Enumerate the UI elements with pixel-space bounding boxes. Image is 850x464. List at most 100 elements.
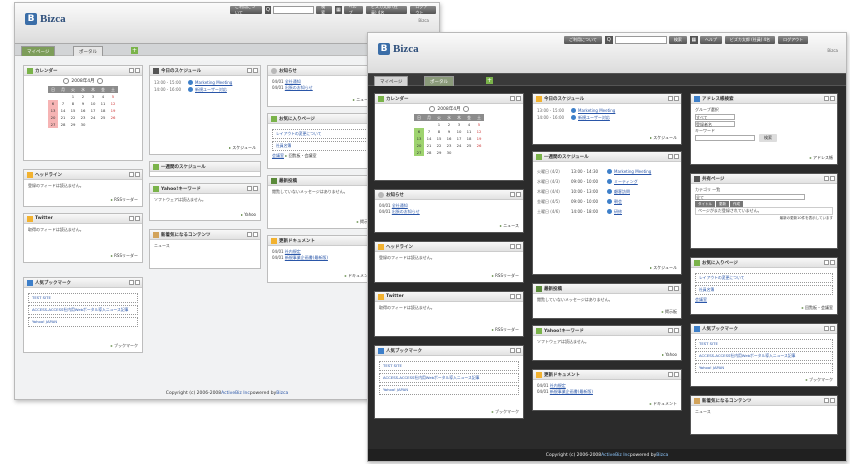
account-button[interactable]: ご利用について <box>230 4 262 15</box>
schedule-row[interactable]: 水曜日 (4/3) 09:00 - 10:00 ミーティング <box>537 179 677 185</box>
calendar-day[interactable]: 9 <box>78 100 88 107</box>
help-button[interactable]: ヘルプ <box>699 36 722 44</box>
calendar-day[interactable]: 1 <box>434 121 444 128</box>
window-buttons[interactable] <box>509 192 521 197</box>
calendar-day[interactable]: 14 <box>58 107 68 114</box>
calendar-day[interactable]: 12 <box>474 128 484 135</box>
tab-updated[interactable]: 更新 <box>716 201 729 207</box>
calendar-day[interactable]: 28 <box>58 121 68 128</box>
calendar-day[interactable]: 4 <box>98 93 108 100</box>
window-buttons[interactable] <box>246 232 258 237</box>
brand-link[interactable]: Bizca <box>656 453 668 458</box>
calendar-day[interactable]: 23 <box>444 142 454 149</box>
window-buttons[interactable] <box>246 68 258 73</box>
calendar-day[interactable]: 18 <box>98 107 108 114</box>
category-select[interactable]: 全て <box>695 194 805 200</box>
logout-button[interactable]: ログアウト <box>410 4 437 15</box>
bookmark-item[interactable]: Yahoo! JAPAN <box>28 317 138 327</box>
account-button[interactable]: ご利用について <box>564 36 602 44</box>
list-item[interactable]: 社員名簿 <box>272 141 372 151</box>
tab-portal[interactable]: ポータル <box>424 76 454 86</box>
calendar-day[interactable]: 14 <box>424 135 434 142</box>
bookmark-item[interactable]: TEST SITE <box>695 339 833 349</box>
window-buttons[interactable] <box>246 186 258 191</box>
bookmark-item[interactable]: Yahoo! JAPAN <box>695 363 833 373</box>
calendar-day[interactable]: 16 <box>444 135 454 142</box>
bookmark-item[interactable]: ACCESS-ACCESS社内用Webポータル導入ニュース記事 <box>379 373 519 383</box>
calendar-day[interactable]: 8 <box>434 128 444 135</box>
user-menu[interactable]: ビズカ太郎 (社員) 4名 <box>365 4 408 15</box>
logout-button[interactable]: ログアウト <box>778 36 809 44</box>
schedule-row[interactable]: 金曜日 (4/5) 09:00 - 10:00 朝会 <box>537 199 677 205</box>
bookmark-item[interactable]: TEST SITE <box>28 293 138 303</box>
calendar-day[interactable]: 11 <box>98 100 108 107</box>
more-link[interactable]: ブックマーク <box>806 377 833 383</box>
add-tab-icon[interactable]: + <box>486 77 493 84</box>
more-link[interactable]: ドキュメント <box>650 401 677 407</box>
link[interactable]: 会議室 <box>695 297 707 302</box>
calendar-day[interactable]: 27 <box>414 149 424 156</box>
search-icon[interactable]: Q <box>264 6 272 14</box>
calendar-day[interactable]: 3 <box>454 121 464 128</box>
brand-link[interactable]: Bizca <box>276 391 288 396</box>
calendar-day[interactable]: 11 <box>464 128 474 135</box>
more-link[interactable]: RSSリーダー <box>492 327 519 333</box>
help-button[interactable]: ヘルプ <box>343 4 363 15</box>
schedule-item[interactable]: 14:00 - 16:00 新規ユーザー対応 <box>154 87 256 93</box>
schedule-row[interactable]: 土曜日 (4/6) 14:00 - 18:00 研修 <box>537 209 677 215</box>
calendar-day[interactable]: 26 <box>108 114 118 121</box>
window-buttons[interactable] <box>823 326 835 331</box>
calendar-day[interactable]: 7 <box>58 100 68 107</box>
calendar-day[interactable]: 1 <box>68 93 78 100</box>
more-link[interactable]: 回覧板・会議室 <box>802 305 833 311</box>
calendar-day[interactable]: 25 <box>464 142 474 149</box>
calendar-day[interactable]: 8 <box>68 100 78 107</box>
tab-portal[interactable]: ポータル <box>73 46 103 56</box>
calendar-day[interactable]: 19 <box>108 107 118 114</box>
calendar-day[interactable]: 15 <box>434 135 444 142</box>
tab-mypage[interactable]: マイページ <box>21 46 56 56</box>
calendar-day[interactable]: 5 <box>108 93 118 100</box>
calendar-day[interactable]: 13 <box>48 107 58 114</box>
grid-icon[interactable]: ▦ <box>335 6 342 14</box>
calendar-day[interactable]: 15 <box>68 107 78 114</box>
search-button[interactable]: 検索 <box>316 4 333 15</box>
schedule-item[interactable]: 13:00 - 15:00 Marketing Meeting <box>154 80 256 86</box>
list-item[interactable]: 04/01 新規事業企画書(最新版) <box>272 255 372 261</box>
calendar-day[interactable]: 29 <box>434 149 444 156</box>
calendar-day[interactable]: 22 <box>434 142 444 149</box>
window-buttons[interactable] <box>667 286 679 291</box>
calendar-day[interactable]: 22 <box>68 114 78 121</box>
window-buttons[interactable] <box>823 260 835 265</box>
window-buttons[interactable] <box>509 96 521 101</box>
calendar-day[interactable]: 19 <box>474 135 484 142</box>
search-button[interactable]: 検索 <box>759 134 777 142</box>
window-buttons[interactable] <box>509 244 521 249</box>
calendar-day[interactable]: 21 <box>424 142 434 149</box>
list-item[interactable]: レイアウトの変更について <box>695 273 833 283</box>
calendar-day[interactable]: 3 <box>88 93 98 100</box>
calendar-day[interactable]: 17 <box>88 107 98 114</box>
next-month-icon[interactable] <box>462 106 469 112</box>
calendar-day[interactable]: 21 <box>58 114 68 121</box>
user-menu[interactable]: ビズカ太郎 (社員) 4名 <box>724 36 776 44</box>
list-item[interactable]: 社員名簿 <box>695 285 833 295</box>
add-tab-icon[interactable]: + <box>131 47 138 54</box>
calendar-day[interactable]: 7 <box>424 128 434 135</box>
calendar-day[interactable]: 6 <box>48 100 58 107</box>
more-link[interactable]: ブックマーク <box>111 343 138 349</box>
window-buttons[interactable] <box>667 328 679 333</box>
window-buttons[interactable] <box>667 154 679 159</box>
schedule-row[interactable]: 木曜日 (4/4) 10:00 - 13:00 顧客訪問 <box>537 189 677 195</box>
more-link[interactable]: ニュース <box>500 223 519 229</box>
schedule-item[interactable]: 13:00 - 15:00 Marketing Meeting <box>537 108 677 114</box>
more-link[interactable]: RSSリーダー <box>111 253 138 259</box>
list-item[interactable]: レイアウトの変更について <box>272 129 372 139</box>
window-buttons[interactable] <box>128 68 140 73</box>
calendar-grid[interactable]: 日月火水木金土 1 2 3 4 5 6 7 8 9 10 11 12 13 14 15 16 17 18 19 20 21… <box>414 114 484 156</box>
more-link[interactable]: Yahoo <box>662 352 677 357</box>
keyword-input[interactable] <box>695 135 755 141</box>
calendar-day[interactable]: 4 <box>464 121 474 128</box>
calendar-day[interactable]: 12 <box>108 100 118 107</box>
more-link[interactable]: RSSリーダー <box>492 273 519 279</box>
